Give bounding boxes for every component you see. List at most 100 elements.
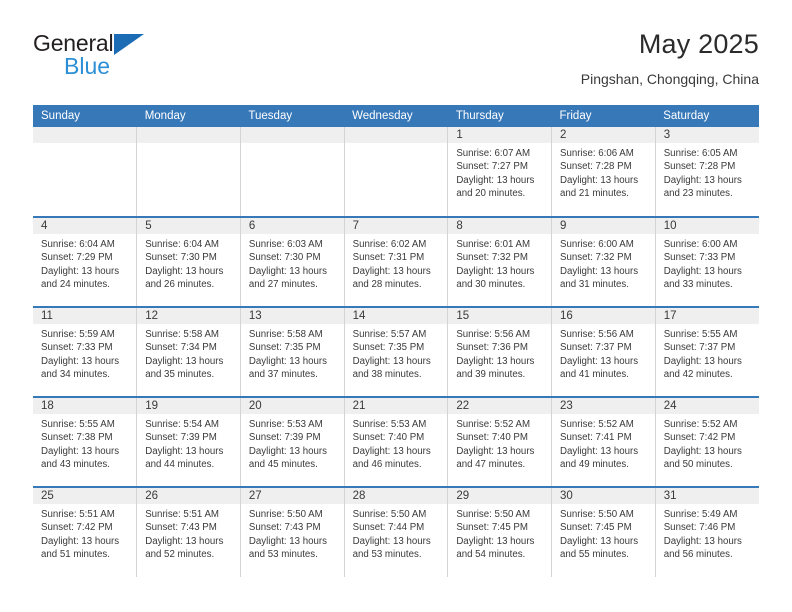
sunset-text: Sunset: 7:43 PM — [145, 522, 217, 534]
day-number: 25 — [33, 488, 137, 504]
calendar-body: 1 Sunrise: 6:07 AM Sunset: 7:27 PM Daylight… — [33, 127, 759, 577]
day-number: 6 — [240, 218, 344, 234]
day-number: 28 — [344, 488, 448, 504]
day-number: 18 — [33, 398, 137, 414]
calendar-day-cell[interactable]: 22 Sunrise: 5:52 AM Sunset: 7:40 PM Dayligh… — [447, 396, 553, 487]
daylight-text-line1: Daylight: 13 hours — [560, 535, 639, 547]
sunrise-text: Sunrise: 5:53 AM — [248, 419, 323, 430]
calendar-day-cell-empty — [240, 127, 345, 217]
sunset-text: Sunset: 7:40 PM — [352, 432, 425, 444]
calendar-day-cell[interactable]: 23 Sunrise: 5:52 AM Sunset: 7:41 PM Dayligh… — [551, 396, 656, 487]
calendar-day-cell[interactable]: 4 Sunrise: 6:04 AM Sunset: 7:29 PM Daylight… — [33, 216, 138, 307]
sunrise-text: Sunrise: 6:07 AM — [456, 148, 531, 159]
sunrise-text: Sunrise: 6:04 AM — [145, 239, 219, 250]
calendar-day-cell[interactable]: 21 Sunrise: 5:53 AM Sunset: 7:40 PM Dayligh… — [344, 396, 449, 487]
calendar-day-cell[interactable]: 18 Sunrise: 5:55 AM Sunset: 7:38 PM Dayligh… — [33, 396, 138, 487]
calendar-day-cell[interactable]: 13 Sunrise: 5:58 AM Sunset: 7:35 PM Dayligh… — [240, 306, 345, 397]
sunrise-text: Sunrise: 5:55 AM — [663, 329, 738, 340]
calendar-day-cell[interactable]: 19 Sunrise: 5:54 AM Sunset: 7:39 PM Dayligh… — [136, 396, 241, 487]
day-number: 8 — [448, 218, 552, 234]
calendar-day-cell[interactable]: 10 Sunrise: 6:00 AM Sunset: 7:33 PM Dayligh… — [655, 216, 759, 307]
day-number: 19 — [137, 398, 240, 414]
sunrise-text: Sunrise: 5:50 AM — [352, 509, 427, 520]
daylight-text-line2: and 41 minutes. — [560, 369, 629, 381]
calendar-day-cell[interactable]: 31 Sunrise: 5:49 AM Sunset: 7:46 PM Dayligh… — [655, 486, 759, 577]
day-number: 21 — [344, 398, 448, 414]
sunset-text: Sunset: 7:27 PM — [456, 161, 528, 173]
daylight-text-line2: and 42 minutes. — [663, 369, 733, 381]
sunset-text: Sunset: 7:45 PM — [560, 522, 632, 534]
sunset-text: Sunset: 7:45 PM — [456, 522, 528, 534]
sunrise-text: Sunrise: 5:50 AM — [248, 509, 323, 520]
calendar-day-cell[interactable]: 2 Sunrise: 6:06 AM Sunset: 7:28 PM Daylight… — [551, 127, 656, 217]
calendar-day-cell[interactable]: 27 Sunrise: 5:50 AM Sunset: 7:43 PM Dayligh… — [240, 486, 345, 577]
day-detail-block: Sunrise: 6:00 AM Sunset: 7:32 PM Daylight:… — [552, 234, 655, 292]
calendar-day-cell[interactable]: 30 Sunrise: 5:50 AM Sunset: 7:45 PM Dayligh… — [551, 486, 656, 577]
day-detail-block: Sunrise: 5:50 AM Sunset: 7:45 PM Daylight:… — [448, 504, 551, 562]
daylight-text-line1: Daylight: 13 hours — [560, 355, 639, 367]
calendar-day-cell[interactable]: 20 Sunrise: 5:53 AM Sunset: 7:39 PM Dayligh… — [240, 396, 345, 487]
daylight-text-line2: and 23 minutes. — [663, 188, 733, 200]
daylight-text-line2: and 53 minutes. — [248, 549, 318, 561]
calendar-grid: Sunday Monday Tuesday Wednesday Thursday Frid… — [33, 105, 759, 577]
sunset-text: Sunset: 7:36 PM — [456, 342, 528, 354]
sunrise-text: Sunrise: 5:51 AM — [41, 509, 115, 520]
calendar-day-cell[interactable]: 29 Sunrise: 5:50 AM Sunset: 7:45 PM Dayligh… — [447, 486, 553, 577]
day-number: 13 — [240, 308, 344, 324]
sunrise-text: Sunrise: 5:56 AM — [456, 329, 531, 340]
daylight-text-line2: and 56 minutes. — [663, 549, 733, 561]
daylight-text-line2: and 51 minutes. — [41, 549, 110, 561]
calendar-day-cell[interactable]: 9 Sunrise: 6:00 AM Sunset: 7:32 PM Daylight… — [551, 216, 656, 307]
sunrise-text: Sunrise: 5:50 AM — [560, 509, 634, 520]
sunset-text: Sunset: 7:34 PM — [145, 342, 217, 354]
daylight-text-line1: Daylight: 13 hours — [352, 265, 431, 277]
day-detail-block: Sunrise: 5:55 AM Sunset: 7:37 PM Daylight:… — [656, 324, 759, 382]
sunrise-text: Sunrise: 5:53 AM — [352, 419, 427, 430]
daylight-text-line2: and 39 minutes. — [456, 369, 526, 381]
calendar-day-cell[interactable]: 12 Sunrise: 5:58 AM Sunset: 7:34 PM Dayligh… — [136, 306, 241, 397]
calendar-day-cell[interactable]: 8 Sunrise: 6:01 AM Sunset: 7:32 PM Daylight… — [447, 216, 553, 307]
day-number: 26 — [137, 488, 240, 504]
weekday-header-monday: Monday — [136, 105, 241, 127]
calendar-week-row: 18 Sunrise: 5:55 AM Sunset: 7:38 PM Dayligh… — [33, 396, 759, 487]
day-number — [33, 127, 137, 143]
calendar-day-cell[interactable]: 24 Sunrise: 5:52 AM Sunset: 7:42 PM Dayligh… — [655, 396, 759, 487]
day-number: 24 — [655, 398, 759, 414]
daylight-text-line1: Daylight: 13 hours — [456, 355, 535, 367]
calendar-day-cell[interactable]: 25 Sunrise: 5:51 AM Sunset: 7:42 PM Dayligh… — [33, 486, 138, 577]
day-detail-block: Sunrise: 5:52 AM Sunset: 7:41 PM Daylight:… — [552, 414, 655, 472]
calendar-day-cell[interactable]: 11 Sunrise: 5:59 AM Sunset: 7:33 PM Dayligh… — [33, 306, 138, 397]
calendar-day-cell[interactable]: 16 Sunrise: 5:56 AM Sunset: 7:37 PM Dayligh… — [551, 306, 656, 397]
calendar-day-cell[interactable]: 26 Sunrise: 5:51 AM Sunset: 7:43 PM Dayligh… — [136, 486, 241, 577]
sunrise-text: Sunrise: 6:06 AM — [560, 148, 634, 159]
day-number — [240, 127, 344, 143]
sunset-text: Sunset: 7:32 PM — [560, 252, 632, 264]
calendar-day-cell-empty — [344, 127, 449, 217]
calendar-day-cell-empty — [136, 127, 241, 217]
daylight-text-line1: Daylight: 13 hours — [352, 445, 431, 457]
calendar-day-cell[interactable]: 5 Sunrise: 6:04 AM Sunset: 7:30 PM Daylight… — [136, 216, 241, 307]
day-detail-block: Sunrise: 5:50 AM Sunset: 7:45 PM Daylight:… — [552, 504, 655, 562]
daylight-text-line1: Daylight: 13 hours — [248, 535, 327, 547]
day-number: 9 — [552, 218, 655, 234]
calendar-day-cell[interactable]: 14 Sunrise: 5:57 AM Sunset: 7:35 PM Dayligh… — [344, 306, 449, 397]
day-number: 1 — [448, 127, 552, 143]
sunset-text: Sunset: 7:44 PM — [352, 522, 425, 534]
day-number: 5 — [137, 218, 240, 234]
sunset-text: Sunset: 7:35 PM — [352, 342, 425, 354]
weekday-header-thursday: Thursday — [447, 105, 552, 127]
calendar-day-cell[interactable]: 3 Sunrise: 6:05 AM Sunset: 7:28 PM Daylight… — [655, 127, 759, 217]
calendar-day-cell[interactable]: 15 Sunrise: 5:56 AM Sunset: 7:36 PM Dayligh… — [447, 306, 553, 397]
calendar-day-cell[interactable]: 28 Sunrise: 5:50 AM Sunset: 7:44 PM Dayligh… — [344, 486, 449, 577]
calendar-day-cell[interactable]: 1 Sunrise: 6:07 AM Sunset: 7:27 PM Daylight… — [447, 127, 553, 217]
brand-logo[interactable]: General Blue — [33, 32, 213, 78]
calendar-day-cell[interactable]: 17 Sunrise: 5:55 AM Sunset: 7:37 PM Dayligh… — [655, 306, 759, 397]
day-detail-block: Sunrise: 5:55 AM Sunset: 7:38 PM Daylight:… — [33, 414, 136, 472]
daylight-text-line1: Daylight: 13 hours — [145, 445, 224, 457]
sunrise-text: Sunrise: 6:02 AM — [352, 239, 427, 250]
daylight-text-line1: Daylight: 13 hours — [456, 265, 535, 277]
calendar-day-cell[interactable]: 7 Sunrise: 6:02 AM Sunset: 7:31 PM Daylight… — [344, 216, 449, 307]
sunrise-text: Sunrise: 6:00 AM — [560, 239, 634, 250]
sunrise-text: Sunrise: 5:52 AM — [456, 419, 531, 430]
calendar-day-cell[interactable]: 6 Sunrise: 6:03 AM Sunset: 7:30 PM Daylight… — [240, 216, 345, 307]
